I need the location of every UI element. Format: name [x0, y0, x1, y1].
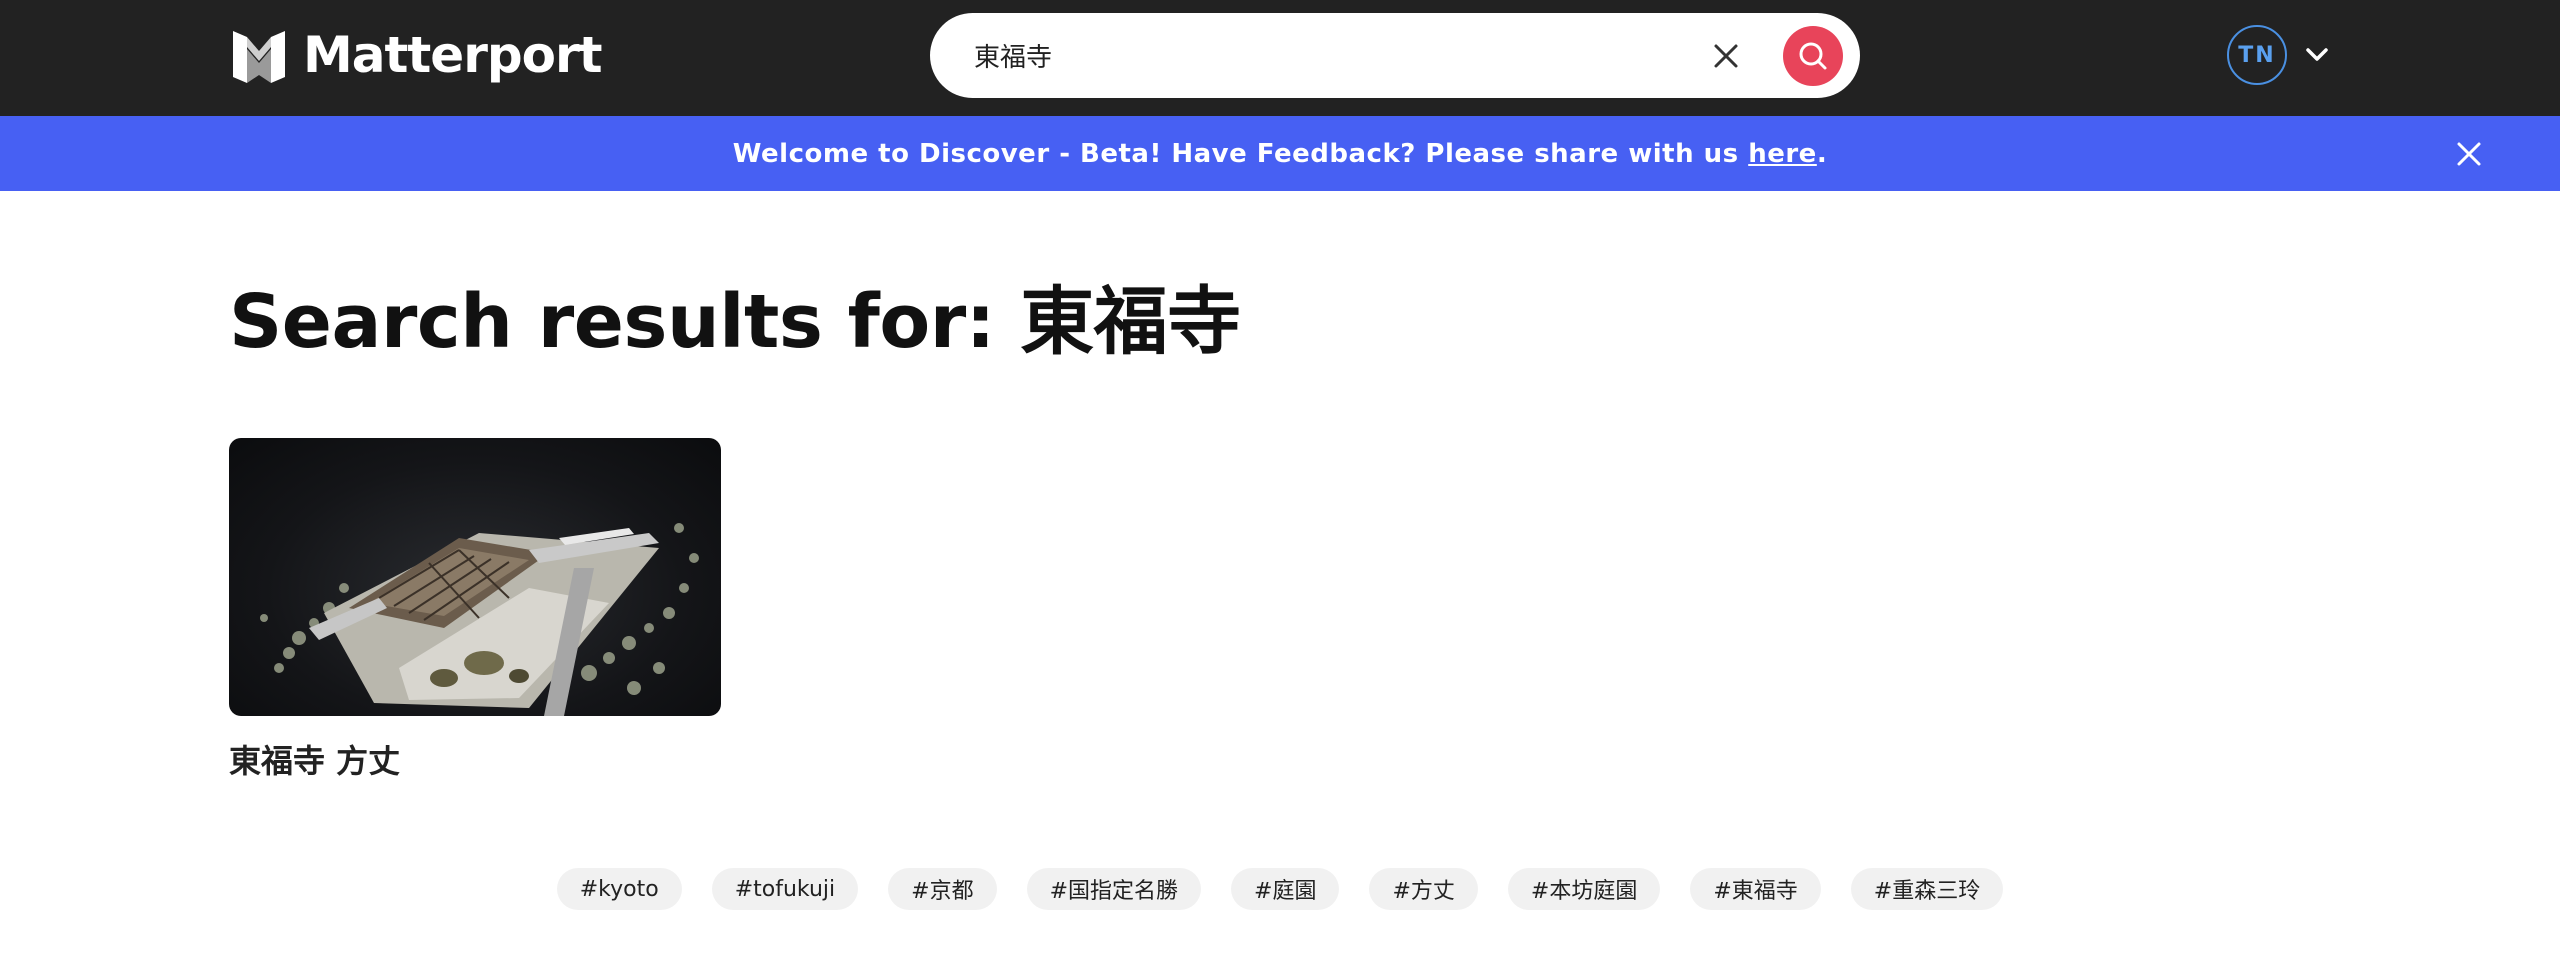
- clear-search-button[interactable]: [1705, 35, 1747, 77]
- banner-text-end: .: [1816, 138, 1828, 169]
- result-thumbnail[interactable]: [229, 438, 721, 716]
- tag-chip[interactable]: #tofukuji: [711, 868, 859, 910]
- search-icon: [1783, 26, 1843, 86]
- close-banner-button[interactable]: [2452, 137, 2486, 171]
- result-title[interactable]: 東福寺 方丈: [229, 736, 721, 782]
- search-submit-button[interactable]: [1783, 26, 1843, 86]
- user-avatar[interactable]: TN: [2227, 25, 2287, 85]
- tag-list: #kyoto #tofukuji #京都 #国指定名勝 #庭園 #方丈 #本坊庭…: [0, 868, 2560, 910]
- top-navigation-bar: Matterport TN: [0, 0, 2560, 116]
- search-bar: [930, 13, 1860, 98]
- search-input[interactable]: [974, 27, 1614, 83]
- tag-chip[interactable]: #庭園: [1231, 868, 1340, 910]
- banner-message: Welcome to Discover - Beta! Have Feedbac…: [733, 139, 1827, 169]
- result-card[interactable]: 東福寺 方丈: [229, 438, 721, 782]
- tag-chip[interactable]: #本坊庭園: [1507, 868, 1661, 910]
- beta-feedback-banner: Welcome to Discover - Beta! Have Feedbac…: [0, 116, 2560, 191]
- page-title: Search results for: 東福寺: [229, 279, 1241, 365]
- close-icon: [1705, 35, 1747, 77]
- matterport-logo-icon: [229, 25, 289, 85]
- matterport-logo-link[interactable]: Matterport: [229, 24, 603, 86]
- tag-chip[interactable]: #方丈: [1369, 868, 1478, 910]
- feedback-link[interactable]: here: [1748, 139, 1817, 169]
- tag-chip[interactable]: #kyoto: [556, 868, 682, 910]
- tag-chip[interactable]: #京都: [888, 868, 997, 910]
- tag-chip[interactable]: #国指定名勝: [1026, 868, 1202, 910]
- logo-wordmark: Matterport: [303, 26, 603, 84]
- tag-chip[interactable]: #東福寺: [1690, 868, 1821, 910]
- chevron-down-icon[interactable]: [2302, 40, 2332, 70]
- tag-chip[interactable]: #重森三玲: [1850, 868, 2004, 910]
- banner-text: Welcome to Discover - Beta! Have Feedbac…: [732, 138, 1749, 169]
- close-icon: [2452, 137, 2486, 171]
- avatar-initials: TN: [2238, 42, 2276, 68]
